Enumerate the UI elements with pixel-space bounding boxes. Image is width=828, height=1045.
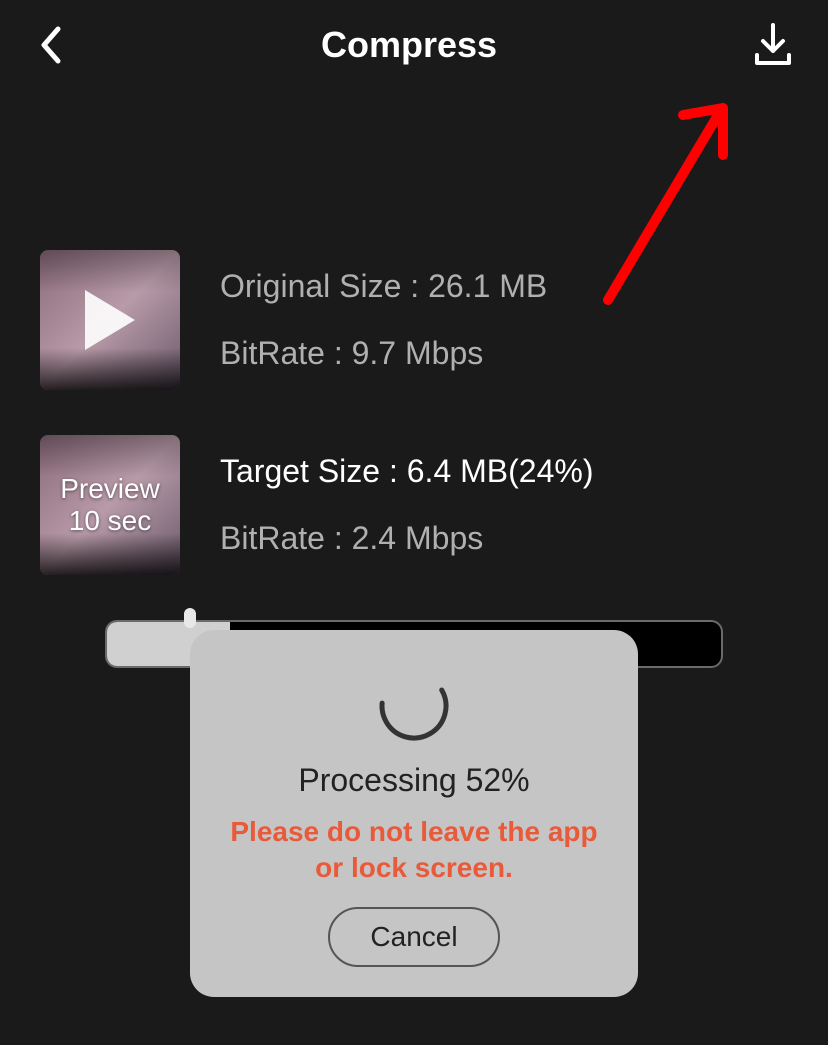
page-title: Compress [321,24,497,66]
preview-duration: 10 sec [69,505,152,537]
processing-label: Processing 52% [220,762,608,799]
cancel-button[interactable]: Cancel [328,907,499,967]
original-info: Original Size : 26.1 MB BitRate : 9.7 Mb… [220,268,788,372]
warning-text: Please do not leave the app or lock scre… [220,814,608,887]
processing-modal: Processing 52% Please do not leave the a… [190,630,638,997]
original-size-label: Original Size : 26.1 MB [220,268,788,305]
target-thumbnail[interactable]: Preview 10 sec [40,435,180,575]
spinner-icon [378,670,450,742]
target-video-row: Preview 10 sec Target Size : 6.4 MB(24%)… [40,435,788,575]
download-button[interactable] [748,20,798,70]
slider-thumb[interactable] [184,608,196,628]
target-bitrate-label: BitRate : 2.4 Mbps [220,520,788,557]
original-thumbnail[interactable] [40,250,180,390]
target-info: Target Size : 6.4 MB(24%) BitRate : 2.4 … [220,453,788,557]
download-icon [749,21,797,69]
target-size-label: Target Size : 6.4 MB(24%) [220,453,788,490]
header: Compress [0,0,828,90]
preview-label: Preview [60,473,160,505]
play-icon [80,285,140,355]
original-bitrate-label: BitRate : 9.7 Mbps [220,335,788,372]
original-video-row: Original Size : 26.1 MB BitRate : 9.7 Mb… [40,250,788,390]
preview-overlay: Preview 10 sec [40,435,180,575]
back-button[interactable] [30,25,70,65]
content-area: Original Size : 26.1 MB BitRate : 9.7 Mb… [0,90,828,668]
chevron-left-icon [38,25,62,65]
